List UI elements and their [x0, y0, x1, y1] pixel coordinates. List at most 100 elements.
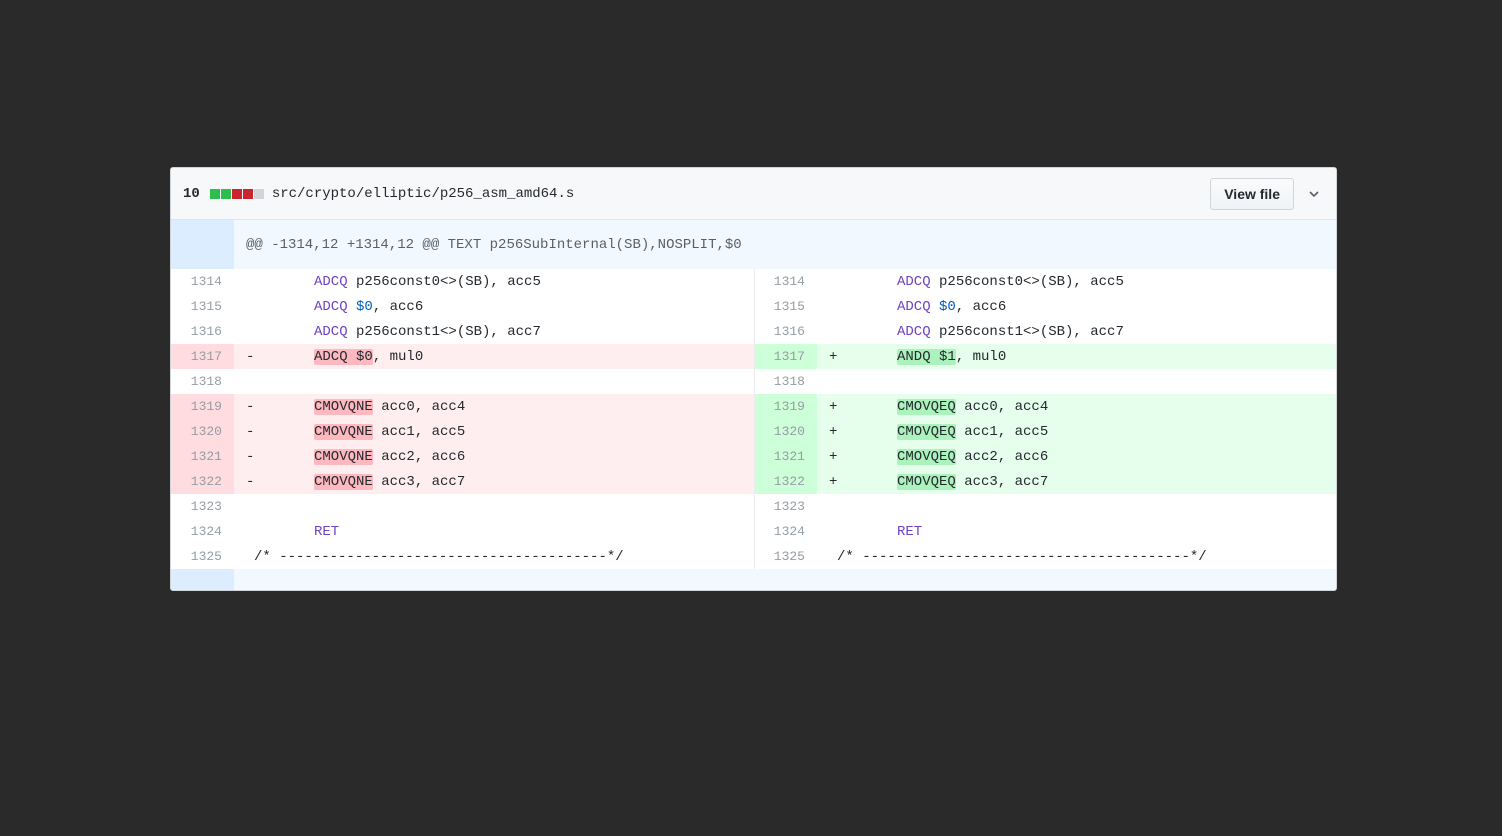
addition-marker: + — [829, 473, 838, 490]
left-code-line: - CMOVQNE acc0, acc4 — [234, 394, 755, 419]
file-header: 10 src/crypto/elliptic/p256_asm_amd64.s … — [171, 168, 1336, 220]
left-line-number[interactable]: 1324 — [171, 519, 234, 544]
left-line-number[interactable]: 1315 — [171, 294, 234, 319]
code-token: p256const1<>(SB), acc7 — [347, 323, 541, 340]
diff-row: 1314 ADCQ p256const0<>(SB), acc5 1314 ADCQ … — [171, 269, 1336, 294]
code-token: acc0, acc4 — [372, 398, 466, 415]
code-token: CMOVQNE — [314, 448, 373, 465]
file-path[interactable]: src/crypto/elliptic/p256_asm_amd64.s — [272, 186, 574, 202]
code-token: , acc6 — [372, 298, 424, 315]
diff-row: 1319- CMOVQNE acc0, acc4 1319 + CMOVQEQ acc0… — [171, 394, 1336, 419]
diff-row: 1318 1318 — [171, 369, 1336, 394]
right-code-line: RET — [817, 519, 1336, 544]
right-code-line: ADCQ $0, acc6 — [817, 294, 1336, 319]
left-line-number[interactable]: 1322 — [171, 469, 234, 494]
right-line-number[interactable]: 1319 — [754, 394, 817, 419]
diff-row: 1325 /* ---------------------------------… — [171, 544, 1336, 569]
hunk-footer — [234, 569, 1336, 590]
right-line-number[interactable]: 1316 — [754, 319, 817, 344]
code-token: RET — [314, 523, 340, 540]
code-token: RET — [897, 523, 923, 540]
code-token: p256const0<>(SB), acc5 — [347, 273, 541, 290]
deletion-marker: - — [246, 473, 255, 490]
deletion-marker: - — [246, 398, 255, 415]
code-token: acc1, acc5 — [372, 423, 466, 440]
right-code-line: + CMOVQEQ acc2, acc6 — [817, 444, 1336, 469]
diff-table: @@ -1314,12 +1314,12 @@ TEXT p256SubInte… — [171, 220, 1336, 590]
deletion-marker: - — [246, 348, 255, 365]
left-line-number[interactable]: 1316 — [171, 319, 234, 344]
right-code-line: + CMOVQEQ acc3, acc7 — [817, 469, 1336, 494]
code-token: CMOVQNE — [314, 423, 373, 440]
right-code-line: ADCQ p256const1<>(SB), acc7 — [817, 319, 1336, 344]
addition-marker: + — [829, 348, 838, 365]
right-line-number[interactable]: 1314 — [754, 269, 817, 294]
diff-row: 1317- ADCQ $0, mul0 1317 + ANDQ $1, mul0 — [171, 344, 1336, 369]
left-code-line: ADCQ p256const1<>(SB), acc7 — [234, 319, 755, 344]
diff-row: 1324 RET 1324 RET — [171, 519, 1336, 544]
diffstat-block — [231, 188, 242, 199]
code-token: CMOVQEQ — [897, 398, 956, 415]
code-token: , acc6 — [955, 298, 1007, 315]
diff-row: 1321- CMOVQNE acc2, acc6 1321 + CMOVQEQ acc2… — [171, 444, 1336, 469]
left-line-number[interactable]: 1323 — [171, 494, 234, 519]
left-line-number[interactable]: 1317 — [171, 344, 234, 369]
expand-down-icon[interactable] — [171, 569, 234, 590]
code-token: , mul0 — [372, 348, 424, 365]
right-code-line: + CMOVQEQ acc1, acc5 — [817, 419, 1336, 444]
hunk-header-row: @@ -1314,12 +1314,12 @@ TEXT p256SubInte… — [171, 220, 1336, 269]
code-token: CMOVQNE — [314, 398, 373, 415]
code-token: , mul0 — [955, 348, 1007, 365]
hunk-footer-row — [171, 569, 1336, 590]
left-code-line: - ADCQ $0, mul0 — [234, 344, 755, 369]
left-code-line: /* -------------------------------------… — [234, 544, 755, 569]
right-line-number[interactable]: 1321 — [754, 444, 817, 469]
view-file-button[interactable]: View file — [1210, 177, 1294, 210]
left-line-number[interactable]: 1325 — [171, 544, 234, 569]
right-line-number[interactable]: 1320 — [754, 419, 817, 444]
right-line-number[interactable]: 1324 — [754, 519, 817, 544]
right-line-number[interactable]: 1322 — [754, 469, 817, 494]
diff-row: 1320- CMOVQNE acc1, acc5 1320 + CMOVQEQ acc1… — [171, 419, 1336, 444]
deletion-marker: - — [246, 448, 255, 465]
left-line-number[interactable]: 1319 — [171, 394, 234, 419]
right-code-line: + CMOVQEQ acc0, acc4 — [817, 394, 1336, 419]
right-code-line: + ANDQ $1, mul0 — [817, 344, 1336, 369]
left-line-number[interactable]: 1318 — [171, 369, 234, 394]
code-token: p256const1<>(SB), acc7 — [930, 323, 1124, 340]
left-code-line: RET — [234, 519, 755, 544]
addition-marker: + — [829, 423, 838, 440]
expand-up-icon[interactable] — [171, 220, 234, 269]
code-token: /* -------------------------------------… — [837, 548, 1207, 565]
diff-row: 1322- CMOVQNE acc3, acc7 1322 + CMOVQEQ acc3… — [171, 469, 1336, 494]
left-code-line: ADCQ p256const0<>(SB), acc5 — [234, 269, 755, 294]
code-token: acc2, acc6 — [372, 448, 466, 465]
left-code-line: - CMOVQNE acc1, acc5 — [234, 419, 755, 444]
code-token: ADCQ — [314, 323, 348, 340]
right-code-line: ADCQ p256const0<>(SB), acc5 — [817, 269, 1336, 294]
right-line-number[interactable]: 1323 — [754, 494, 817, 519]
code-token: CMOVQEQ — [897, 448, 956, 465]
left-line-number[interactable]: 1320 — [171, 419, 234, 444]
right-code-line: /* -------------------------------------… — [817, 544, 1336, 569]
addition-marker: + — [829, 448, 838, 465]
diff-row: 1315 ADCQ $0, acc6 1315 ADCQ $0, acc6 — [171, 294, 1336, 319]
chevron-down-icon[interactable] — [1308, 188, 1324, 200]
code-token: acc2, acc6 — [955, 448, 1049, 465]
left-code-line — [234, 494, 755, 519]
code-token: CMOVQEQ — [897, 473, 956, 490]
left-line-number[interactable]: 1321 — [171, 444, 234, 469]
right-code-line — [817, 494, 1336, 519]
right-line-number[interactable]: 1315 — [754, 294, 817, 319]
diff-row: 1323 1323 — [171, 494, 1336, 519]
left-code-line: ADCQ $0, acc6 — [234, 294, 755, 319]
left-code-line: - CMOVQNE acc2, acc6 — [234, 444, 755, 469]
code-token: ADCQ — [897, 323, 931, 340]
diffstat-block — [242, 188, 253, 199]
diff-file: 10 src/crypto/elliptic/p256_asm_amd64.s … — [170, 167, 1337, 591]
right-line-number[interactable]: 1317 — [754, 344, 817, 369]
left-line-number[interactable]: 1314 — [171, 269, 234, 294]
right-line-number[interactable]: 1325 — [754, 544, 817, 569]
left-code-line: - CMOVQNE acc3, acc7 — [234, 469, 755, 494]
right-line-number[interactable]: 1318 — [754, 369, 817, 394]
